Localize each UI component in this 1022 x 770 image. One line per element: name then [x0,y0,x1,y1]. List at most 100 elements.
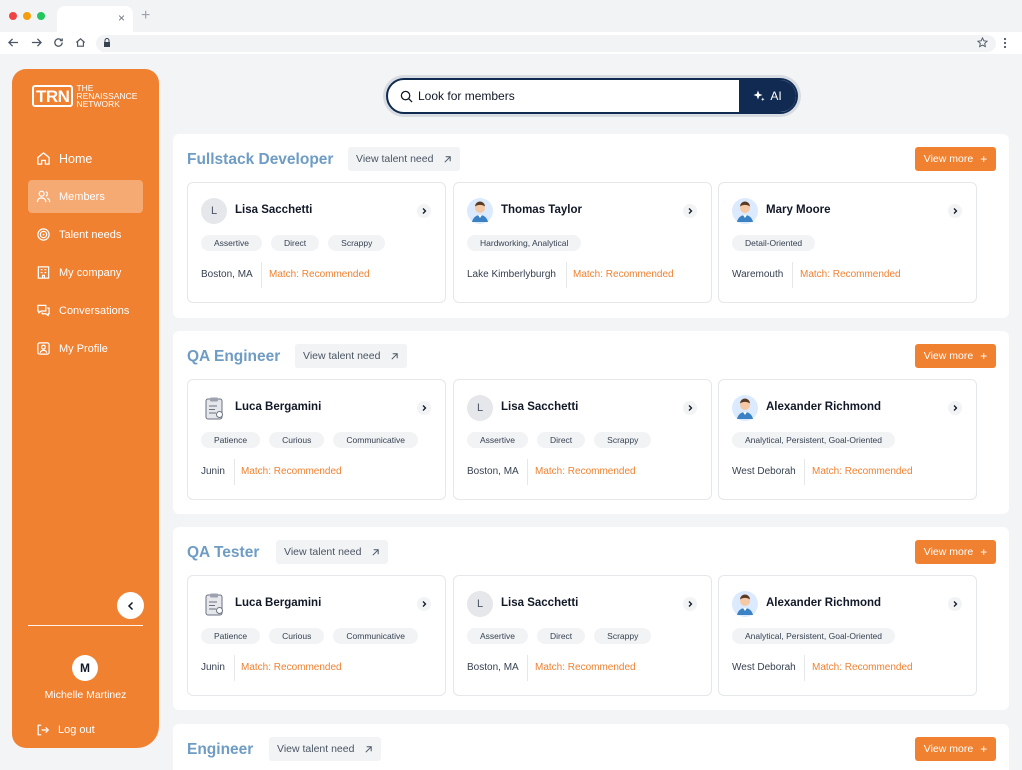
avatar[interactable]: M [72,655,98,681]
chevron-right-icon[interactable] [948,597,962,611]
plus-icon: + [980,545,988,559]
sidebar-item-my-profile[interactable]: My Profile [28,332,143,365]
trait-tags: Patience Curious Communicative [201,432,418,448]
member-location: Boston, MA [201,269,253,280]
close-window-dot[interactable] [9,12,17,20]
chevron-right-icon[interactable] [948,204,962,218]
collapse-sidebar-button[interactable] [117,592,144,619]
view-talent-need-label: View talent need [303,350,381,362]
new-tab-icon[interactable]: + [141,7,150,25]
sidebar-item-label: Talent needs [59,228,122,241]
member-card[interactable]: Luca Bergamini Patience Curious Communic… [187,575,446,696]
member-name: Lisa Sacchetti [501,597,579,609]
card-separator [527,655,528,681]
member-card[interactable]: Alexander Richmond Analytical, Persisten… [718,379,977,500]
maximize-window-dot[interactable] [37,12,45,20]
match-status: Match: Recommended [812,662,913,673]
view-more-label: View more [923,153,974,165]
chevron-right-icon[interactable] [683,204,697,218]
external-arrow-icon [365,745,373,753]
minimize-window-dot[interactable] [23,12,31,20]
member-card[interactable]: Luca Bergamini Patience Curious Communic… [187,379,446,500]
talent-section: QA Engineer View talent need View more + … [173,331,1009,514]
chevron-right-icon[interactable] [417,597,431,611]
talent-section: QA Tester View talent need View more + Lu… [173,527,1009,710]
sidebar-item-label: Members [59,190,105,203]
member-avatar-illustration [732,198,758,224]
ai-search-button[interactable]: AI [739,80,796,112]
plus-icon: + [980,349,988,363]
sidebar-item-conversations[interactable]: Conversations [28,294,143,327]
view-talent-need-link[interactable]: View talent need [348,147,461,171]
chevron-right-icon[interactable] [417,204,431,218]
member-card[interactable]: L Lisa Sacchetti Assertive Direct Scrapp… [187,182,446,303]
browser-menu-icon[interactable] [1002,37,1008,49]
member-search: AI [386,78,798,114]
member-name: Alexander Richmond [766,597,882,609]
match-status: Match: Recommended [535,662,636,673]
card-separator [234,655,235,681]
browser-tab[interactable]: × [57,6,133,32]
person-avatar-icon [732,198,758,224]
sidebar-divider [28,625,143,626]
view-more-button[interactable]: View more + [915,344,996,368]
user-name: Michelle Martinez [44,689,127,701]
close-tab-icon[interactable]: × [118,11,125,25]
chevron-right-icon[interactable] [683,597,697,611]
section-title: QA Tester [187,544,260,561]
sidebar-item-label: Conversations [59,304,130,317]
sidebar-item-home[interactable]: Home [28,142,143,175]
trait-tag: Direct [270,235,320,251]
sidebar-item-members[interactable]: Members [28,180,143,213]
view-talent-need-label: View talent need [277,743,355,755]
bookmark-star-icon[interactable] [977,37,988,48]
view-talent-need-link[interactable]: View talent need [295,344,408,368]
member-card[interactable]: Mary Moore Detail-Oriented Waremouth Mat… [718,182,977,303]
forward-arrow-icon[interactable] [31,37,42,48]
sidebar: TRN THE RENAISSANCE NETWORK Home Members… [12,69,159,748]
member-card[interactable]: L Lisa Sacchetti Assertive Direct Scrapp… [453,575,712,696]
view-talent-need-link[interactable]: View talent need [269,737,382,761]
reload-icon[interactable] [53,37,64,48]
trait-tag: Communicative [333,432,418,448]
view-more-button[interactable]: View more + [915,147,996,171]
card-separator [566,262,567,288]
address-bar[interactable] [96,35,996,52]
sidebar-item-label: My company [59,266,122,279]
member-location: West Deborah [732,466,796,477]
member-name: Mary Moore [766,204,831,216]
home-browser-icon[interactable] [75,37,86,48]
member-card[interactable]: Alexander Richmond Analytical, Persisten… [718,575,977,696]
logout-button[interactable]: Log out [36,723,95,737]
view-more-button[interactable]: View more + [915,737,996,761]
external-arrow-icon [391,352,399,360]
person-avatar-icon [467,198,493,224]
card-separator [804,655,805,681]
chevron-right-icon[interactable] [948,401,962,415]
trait-tag: Communicative [333,628,418,644]
view-talent-need-label: View talent need [284,546,362,558]
member-location: Junin [201,466,225,477]
browser-toolbar [0,32,1022,54]
section-title: Engineer [187,741,254,758]
lock-icon [104,38,110,47]
chevron-right-icon[interactable] [683,401,697,415]
chevron-right-icon[interactable] [417,401,431,415]
target-icon [37,228,50,241]
view-more-button[interactable]: View more + [915,540,996,564]
trait-tag: Curious [269,628,325,644]
logo[interactable]: TRN THE RENAISSANCE NETWORK [32,84,137,108]
search-input[interactable] [418,80,738,112]
member-card[interactable]: L Lisa Sacchetti Assertive Direct Scrapp… [453,379,712,500]
logout-icon [37,724,50,736]
member-name: Lisa Sacchetti [501,401,579,413]
member-card[interactable]: Thomas Taylor Hardworking, Analytical La… [453,182,712,303]
logo-wordmark: THE RENAISSANCE NETWORK [76,83,138,109]
member-initial-avatar: L [467,591,493,617]
back-arrow-icon[interactable] [8,37,19,48]
sidebar-item-label: Home [59,151,93,166]
sidebar-item-my-company[interactable]: My company [28,256,143,289]
sidebar-item-talent-needs[interactable]: Talent needs [28,218,143,251]
view-talent-need-link[interactable]: View talent need [276,540,389,564]
view-talent-need-label: View talent need [356,153,434,165]
